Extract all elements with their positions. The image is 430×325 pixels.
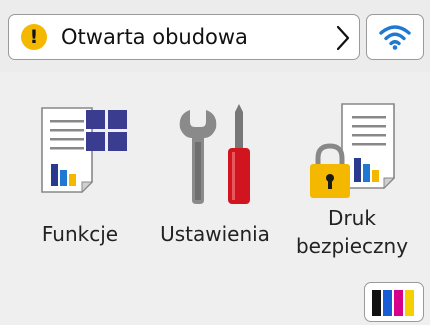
ink-levels-button[interactable] xyxy=(364,282,424,322)
tile-secure-print-label-line1: Druk xyxy=(328,206,376,230)
printer-home-screen: ! Otwarta obudowa Funkcje Ustawienia Dru… xyxy=(0,0,430,325)
warning-icon: ! xyxy=(21,24,47,50)
tile-settings-label: Ustawienia xyxy=(160,222,270,246)
wifi-icon xyxy=(379,25,411,50)
tile-functions[interactable]: Funkcje xyxy=(12,100,142,290)
tile-settings[interactable]: Ustawienia xyxy=(150,100,280,290)
chevron-right-icon xyxy=(336,25,350,51)
tile-secure-print[interactable]: Druk bezpieczny xyxy=(290,100,420,290)
ink-cartridges-icon xyxy=(372,290,414,316)
tile-secure-print-label-line2: bezpieczny xyxy=(295,234,409,258)
settings-tools-icon xyxy=(179,104,250,204)
status-message-button[interactable]: ! Otwarta obudowa xyxy=(8,14,360,60)
tile-secure-print-label: Druk bezpieczny xyxy=(282,204,422,260)
secure-print-icon xyxy=(310,103,396,198)
warning-symbol: ! xyxy=(29,26,39,48)
functions-icon xyxy=(41,107,127,194)
status-message-text: Otwarta obudowa xyxy=(61,25,248,49)
tile-functions-label: Funkcje xyxy=(41,222,119,246)
wifi-button[interactable] xyxy=(366,14,424,60)
